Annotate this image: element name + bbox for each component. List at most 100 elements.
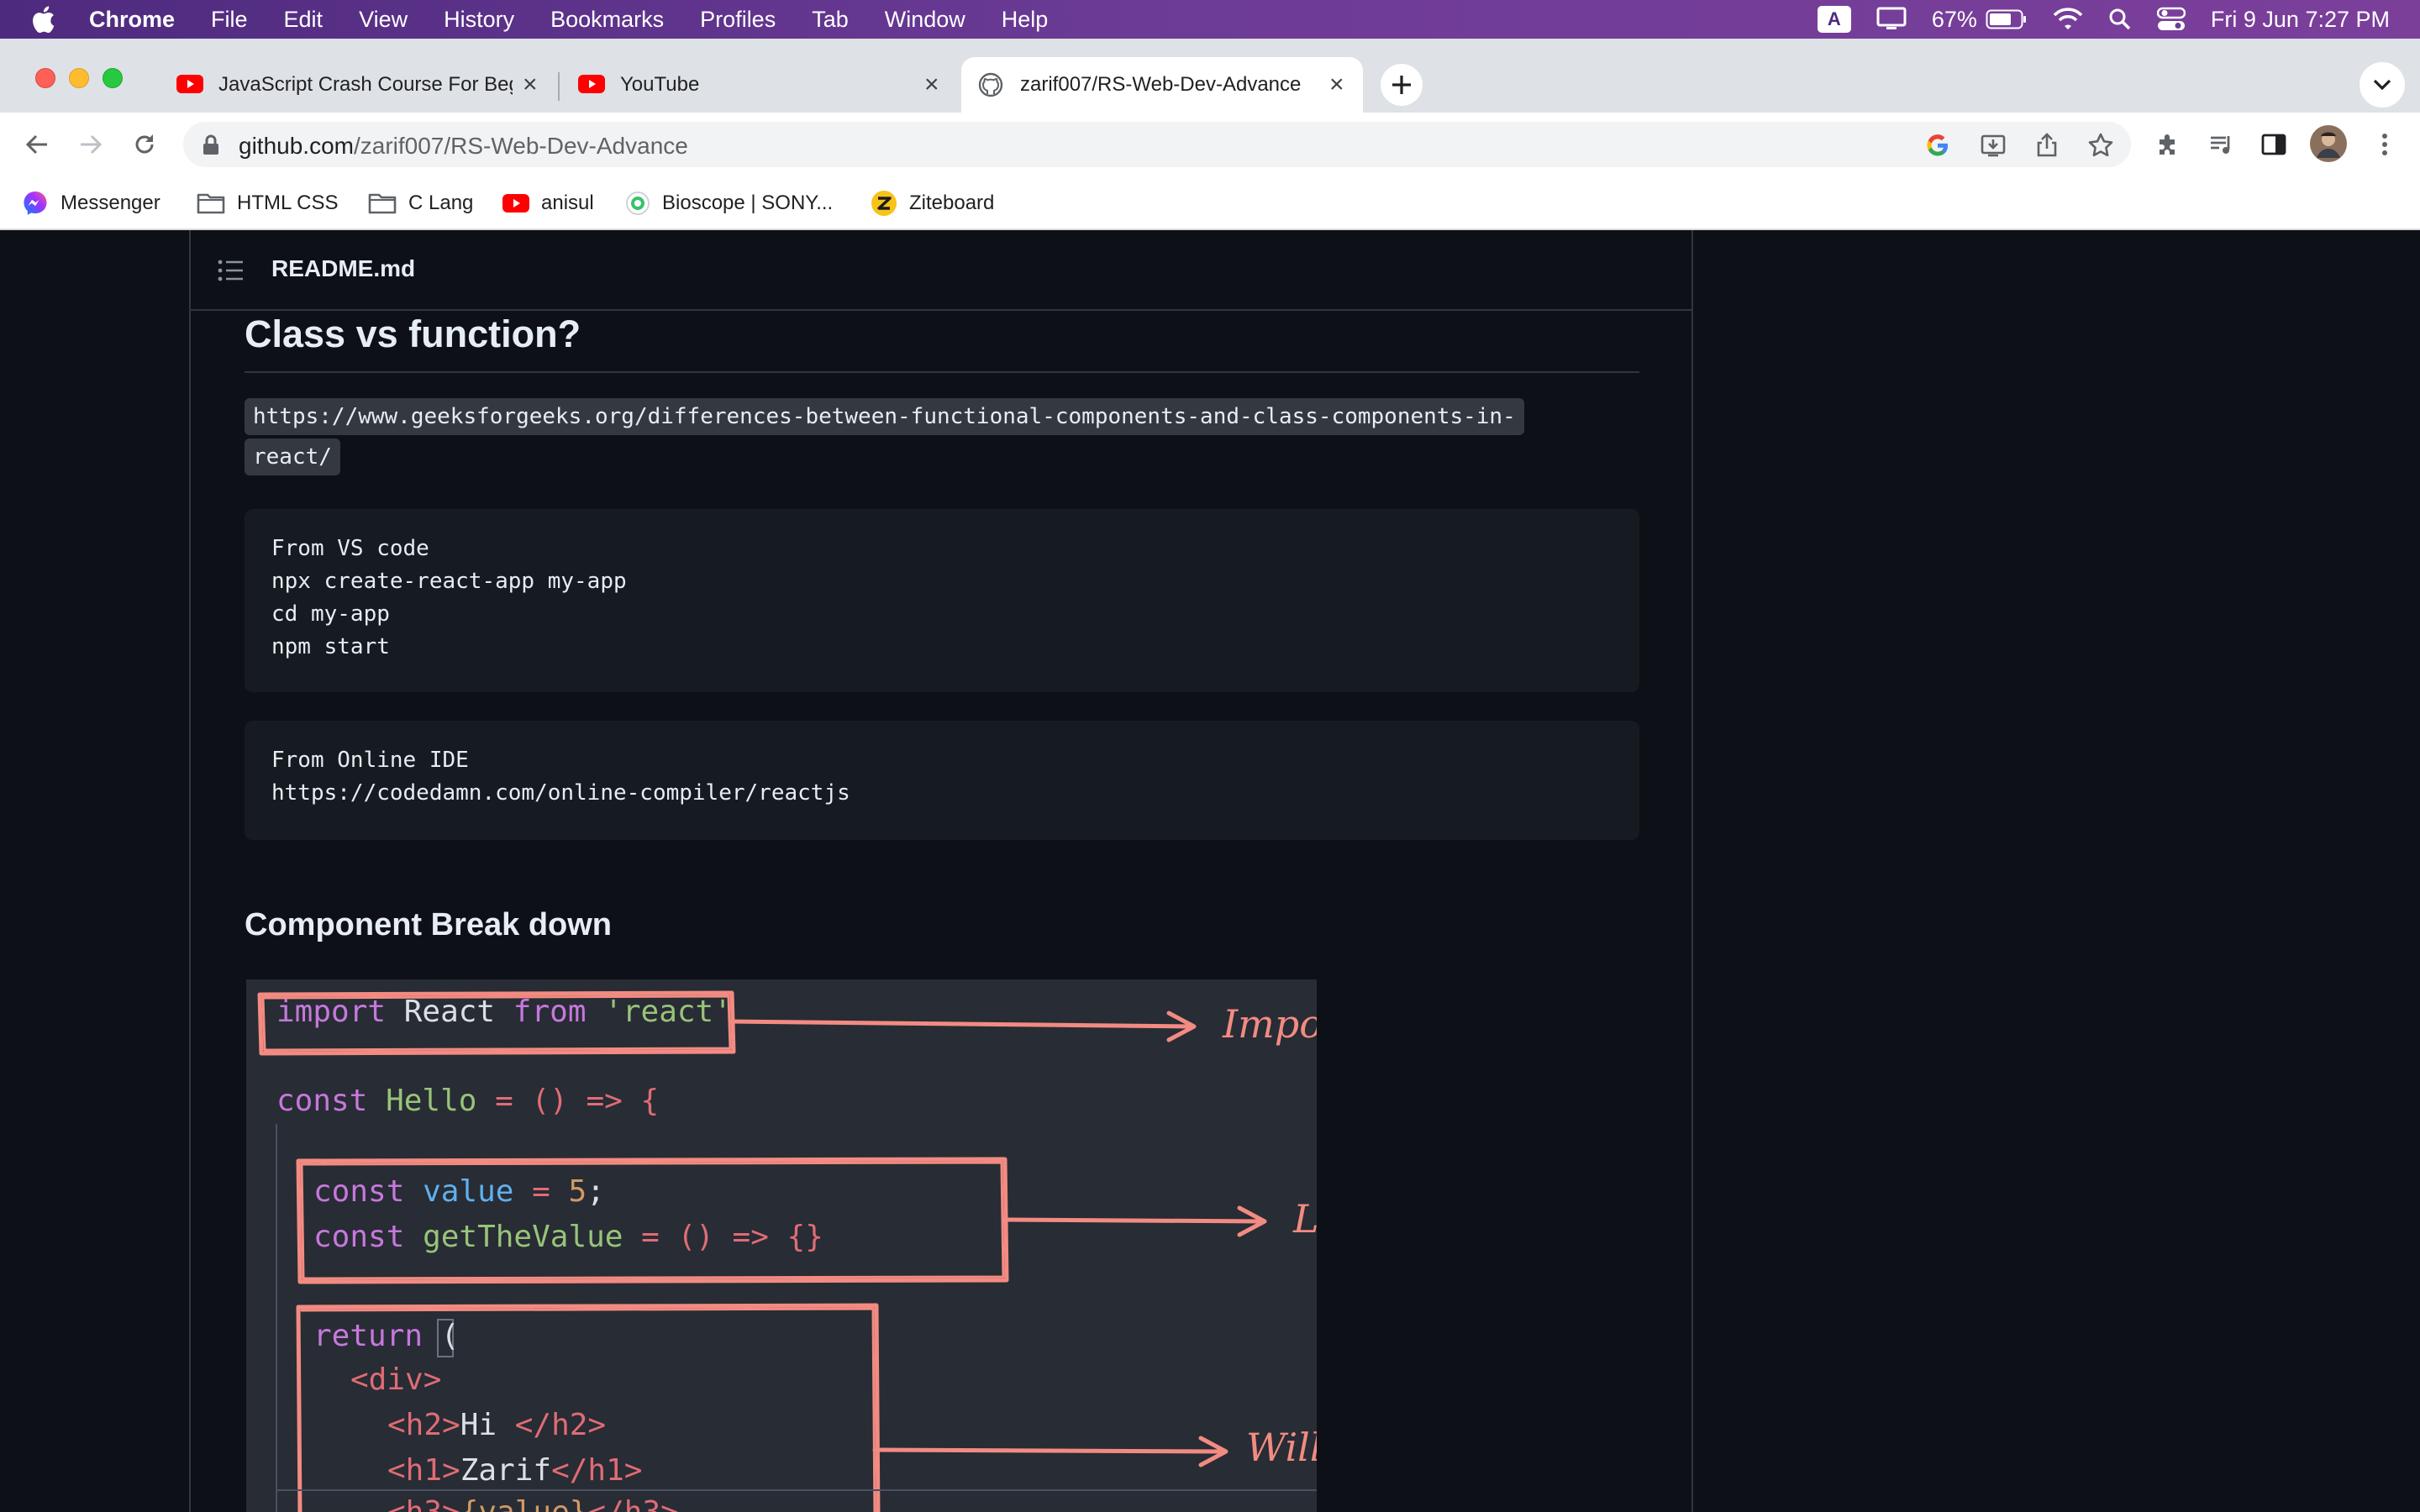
bookmark-label: Bioscope | SONY... <box>662 192 834 214</box>
code-line: https://codedamn.com/online-compiler/rea… <box>271 780 850 806</box>
code-line: From VS code <box>271 536 429 561</box>
tab-strip: JavaScript Crash Course For Beginners × … <box>0 39 2420 113</box>
heading-component-break-down: Component Break down <box>245 907 613 942</box>
control-center-icon[interactable] <box>2156 7 2186 32</box>
inline-code-link: https://www.geeksforgeeks.org/difference… <box>245 398 1524 435</box>
folder-icon <box>368 192 397 215</box>
menu-edit[interactable]: Edit <box>284 7 324 33</box>
tab-youtube[interactable]: YouTube × <box>561 57 958 113</box>
bookmark-folder-html-css[interactable]: HTML CSS <box>197 186 338 220</box>
window-close-button[interactable] <box>35 68 55 88</box>
youtube-icon <box>578 74 605 94</box>
diagram-label-imports: Imports <box>1223 1001 1317 1047</box>
display-icon[interactable] <box>1876 7 1907 32</box>
apple-icon[interactable] <box>30 5 55 34</box>
google-lens-icon[interactable] <box>1924 132 1951 159</box>
spotlight-search-icon[interactable] <box>2108 8 2132 31</box>
bookmark-label: Ziteboard <box>909 192 995 214</box>
bookmark-messenger[interactable]: Messenger <box>22 186 160 220</box>
macos-menubar: Chrome File Edit View History Bookmarks … <box>0 0 2420 39</box>
diagram-label-logic: Logic <box>1293 1196 1317 1242</box>
folder-icon <box>197 192 225 215</box>
diagram-const-value: const value = 5; <box>313 1174 605 1209</box>
readme-panel: README.md Class vs function? https://www… <box>189 230 1693 1512</box>
ziteboard-icon <box>871 190 897 217</box>
bookmark-bioscope[interactable]: Bioscope | SONY... <box>625 186 833 220</box>
diagram-import-line: import React from 'react' <box>276 995 732 1029</box>
messenger-icon <box>22 190 49 217</box>
reload-icon[interactable] <box>128 128 161 161</box>
input-source-icon[interactable]: A <box>1817 6 1851 33</box>
address-bar[interactable]: github.com/zarif007/RS-Web-Dev-Advance <box>183 122 2131 167</box>
menu-profiles[interactable]: Profiles <box>700 7 776 33</box>
code-line: npx create-react-app my-app <box>271 569 627 594</box>
github-icon <box>978 72 1003 97</box>
media-control-icon[interactable] <box>2205 128 2238 161</box>
bookmark-label: anisul <box>541 192 594 214</box>
youtube-icon <box>176 74 203 94</box>
tab-title: YouTube <box>620 73 700 96</box>
inline-code-link: react/ <box>245 438 340 475</box>
extensions-puzzle-icon[interactable] <box>2151 128 2185 161</box>
menu-view[interactable]: View <box>359 7 408 33</box>
code-line: From Online IDE <box>271 748 469 773</box>
tab-close-icon[interactable]: × <box>523 72 538 97</box>
side-panel-icon[interactable] <box>2257 128 2291 161</box>
bookmark-ziteboard[interactable]: Ziteboard <box>871 186 994 220</box>
tab-search-button[interactable] <box>2360 62 2405 108</box>
menu-bookmarks[interactable]: Bookmarks <box>550 7 664 33</box>
tab-close-icon[interactable]: × <box>924 72 939 97</box>
lock-icon[interactable] <box>202 134 220 156</box>
tab-close-icon[interactable]: × <box>1329 72 1344 97</box>
code-line: npm start <box>271 634 390 659</box>
browser-toolbar: github.com/zarif007/RS-Web-Dev-Advance <box>0 113 2420 176</box>
menu-file[interactable]: File <box>211 7 248 33</box>
battery-percent: 67% <box>1931 6 1977 32</box>
code-block-online-ide: From Online IDE https://codedamn.com/onl… <box>245 721 1639 840</box>
menubar-datetime[interactable]: Fri 9 Jun 7:27 PM <box>2211 7 2390 33</box>
url-text[interactable]: github.com/zarif007/RS-Web-Dev-Advance <box>239 133 688 160</box>
bookmark-anisul[interactable]: anisul <box>502 186 594 220</box>
bookmark-label: C Lang <box>408 192 474 214</box>
menu-help[interactable]: Help <box>1002 7 1049 33</box>
heading-class-vs-function: Class vs function? <box>245 312 581 355</box>
bookmark-folder-c-lang[interactable]: C Lang <box>368 186 473 220</box>
bookmarks-bar: Messenger HTML CSS C Lang anisul Bioscop… <box>0 176 2420 230</box>
window-zoom-button[interactable] <box>103 68 123 88</box>
menu-tab[interactable]: Tab <box>812 7 849 33</box>
back-arrow-icon[interactable] <box>20 128 54 161</box>
readme-filename[interactable]: README.md <box>271 255 415 282</box>
profile-avatar[interactable] <box>2309 124 2348 163</box>
bookmark-star-icon[interactable] <box>2087 132 2114 159</box>
tab-javascript-crash-course[interactable]: JavaScript Crash Course For Beginners × <box>160 57 556 113</box>
menu-window[interactable]: Window <box>885 7 965 33</box>
diagram-h2-line: <h2>Hi </h2> <box>387 1408 607 1442</box>
diagram-h3-line: <h3>{value}</h3> <box>387 1495 679 1512</box>
diagram-const-getter: const getTheValue = () => {} <box>313 1220 823 1254</box>
readme-header: README.md <box>191 230 1693 311</box>
diagram-h1-line: <h1>Zarif</h1> <box>387 1453 643 1488</box>
wifi-icon[interactable] <box>2053 8 2083 31</box>
page-content: README.md Class vs function? https://www… <box>0 230 2420 1512</box>
bookmark-label: HTML CSS <box>237 192 339 214</box>
tab-github-repo[interactable]: zarif007/RS-Web-Dev-Advance × <box>961 57 1363 113</box>
install-app-icon[interactable] <box>1980 132 2007 159</box>
window-minimize-button[interactable] <box>69 68 89 88</box>
new-tab-button[interactable] <box>1381 64 1423 106</box>
share-icon[interactable] <box>2033 132 2060 159</box>
forward-arrow-icon[interactable] <box>74 128 108 161</box>
diagram-label-will-render: Will render <box>1246 1425 1317 1470</box>
menu-history[interactable]: History <box>444 7 514 33</box>
tab-title: JavaScript Crash Course For Beginners <box>218 73 513 96</box>
youtube-icon <box>502 193 529 213</box>
battery-icon[interactable] <box>1986 9 2028 29</box>
code-line: cd my-app <box>271 601 390 627</box>
menu-app-name[interactable]: Chrome <box>89 7 175 33</box>
outline-list-icon[interactable] <box>218 259 245 282</box>
bookmark-label: Messenger <box>60 192 160 214</box>
code-block-vs-code: From VS code npx create-react-app my-app… <box>245 509 1639 692</box>
diagram-div-open: <div> <box>350 1362 442 1397</box>
chrome-menu-icon[interactable] <box>2368 128 2402 161</box>
heading-divider <box>245 371 1639 373</box>
component-breakdown-diagram: import React from 'react' const Hello = … <box>246 979 1317 1512</box>
